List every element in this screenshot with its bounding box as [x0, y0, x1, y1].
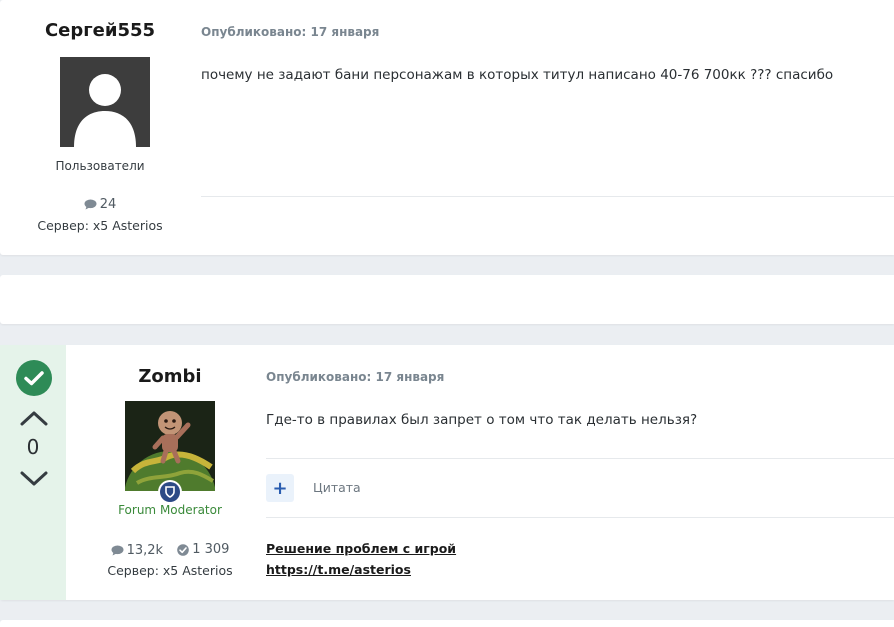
post-author-panel: Сергей555 Пользователи 24 Сервер: x5 Ast…	[0, 0, 200, 255]
moderator-badge	[158, 480, 182, 504]
author-stats: 24	[0, 197, 200, 214]
author-stats: 13,2k 1 309	[66, 542, 274, 560]
sackboy-avatar-icon	[125, 401, 215, 491]
plus-icon: +	[272, 477, 288, 499]
post-divider	[266, 458, 894, 459]
post-count: 13,2k	[111, 543, 163, 558]
forum-post-solved: 0 Zombi Forum Moderator 13,2k 1 309 Серв…	[0, 345, 894, 600]
author-avatar[interactable]	[125, 401, 215, 491]
vote-column: 0	[0, 345, 66, 600]
post-date[interactable]: Опубликовано: 17 января	[266, 370, 444, 384]
signature-link-telegram[interactable]: https://t.me/asterios	[266, 562, 411, 577]
quote-button[interactable]: Цитата	[313, 480, 361, 495]
reputation: 1 309	[177, 542, 229, 557]
multiquote-button[interactable]: +	[266, 474, 294, 502]
post-date[interactable]: Опубликовано: 17 января	[201, 25, 379, 39]
post-content: Где-то в правилах был запрет о том что т…	[266, 412, 698, 428]
comment-icon	[84, 199, 97, 210]
author-server: Сервер: x5 Asterios	[107, 563, 233, 578]
check-circle-icon	[177, 543, 190, 556]
post-count-value: 13,2k	[126, 542, 164, 558]
empty-post-block	[0, 275, 894, 324]
post-count: 24	[84, 197, 117, 212]
author-group: Forum Moderator	[118, 503, 222, 517]
author-group: Пользователи	[55, 159, 145, 173]
post-count-value: 24	[99, 197, 117, 212]
signature-link-help[interactable]: Решение проблем с игрой	[266, 541, 456, 556]
forum-post: Сергей555 Пользователи 24 Сервер: x5 Ast…	[0, 0, 894, 255]
default-avatar-icon	[60, 57, 150, 147]
signature-divider	[266, 517, 894, 518]
chevron-down-icon	[20, 471, 48, 486]
comment-icon	[111, 545, 124, 555]
post-divider	[201, 196, 894, 197]
chevron-up-icon	[20, 411, 48, 426]
moderator-badge-inner	[160, 482, 180, 502]
solved-badge	[16, 360, 52, 396]
vote-count: 0	[26, 435, 40, 459]
forum-thread-page: Сергей555 Пользователи 24 Сервер: x5 Ast…	[0, 0, 894, 627]
vote-down-button[interactable]	[18, 467, 50, 489]
forum-post-partial	[0, 620, 894, 627]
post-author-panel: Zombi Forum Moderator 13,2k 1 309 Сервер…	[66, 345, 274, 600]
post-content: почему не задают бани персонажам в котор…	[201, 67, 834, 83]
reputation-value: 1 309	[192, 542, 230, 557]
checkmark-icon	[24, 371, 44, 386]
shield-icon	[165, 486, 175, 498]
author-name[interactable]: Zombi	[66, 366, 274, 387]
author-avatar[interactable]	[60, 57, 150, 147]
vote-up-button[interactable]	[18, 407, 50, 429]
author-name[interactable]: Сергей555	[0, 20, 200, 41]
author-server: Сервер: x5 Asterios	[37, 218, 163, 233]
